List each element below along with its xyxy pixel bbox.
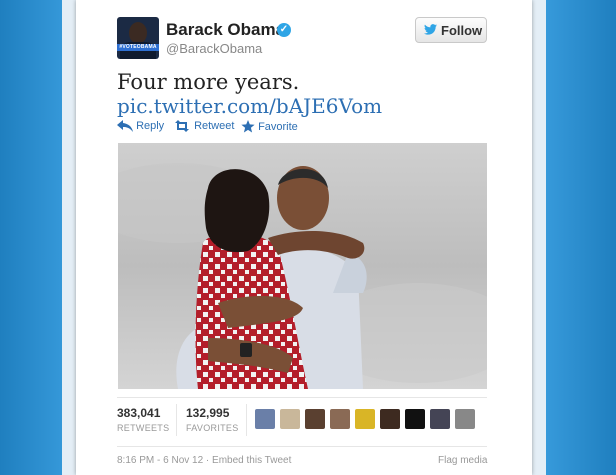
star-icon: [241, 120, 255, 133]
retweet-label: Retweet: [194, 120, 235, 132]
favoriter-avatar[interactable]: [280, 409, 300, 429]
author-handle[interactable]: @BarackObama: [166, 41, 262, 56]
stat-separator: [176, 404, 177, 436]
favoriter-avatar[interactable]: [330, 409, 350, 429]
favoriter-avatar[interactable]: [455, 409, 475, 429]
tweet-media-link[interactable]: pic.twitter.com/bAJE6Vom: [117, 94, 382, 118]
reply-label: Reply: [136, 120, 165, 132]
favorites-label: FAVORITES: [186, 423, 239, 433]
favoriter-avatar[interactable]: [380, 409, 400, 429]
stat-separator: [246, 404, 247, 436]
retweets-label: RETWEETS: [117, 423, 170, 433]
stats-divider: [117, 397, 487, 398]
verified-check-icon: ✓: [277, 23, 291, 37]
favoriter-avatar[interactable]: [430, 409, 450, 429]
flag-media-link[interactable]: Flag media: [438, 455, 487, 466]
author-name[interactable]: Barack Obama: [166, 20, 285, 40]
reply-arrow-icon: [117, 120, 133, 132]
favorite-button[interactable]: Favorite: [241, 120, 298, 133]
favoriter-avatar[interactable]: [305, 409, 325, 429]
card-border-right: [532, 0, 546, 475]
avatar[interactable]: #VOTEOBAMA: [117, 17, 159, 59]
tweet-timestamp[interactable]: 8:16 PM - 6 Nov 12 · Embed this Tweet: [117, 455, 291, 466]
favoriter-avatar[interactable]: [355, 409, 375, 429]
favoriter-avatar[interactable]: [255, 409, 275, 429]
twitter-bird-icon: [424, 24, 437, 35]
favoriter-avatar[interactable]: [405, 409, 425, 429]
favorites-count: 132,995: [186, 406, 230, 420]
tweet-text: Four more years.: [117, 70, 300, 94]
retweet-button[interactable]: Retweet: [173, 120, 234, 132]
card-border-left: [62, 0, 76, 475]
retweets-stat[interactable]: 383,041 RETWEETS: [117, 406, 169, 433]
avatar-head: [129, 22, 147, 44]
tweet-card: #VOTEOBAMA Barack Obama ✓ @BarackObama F…: [76, 0, 532, 475]
avatar-badge: #VOTEOBAMA: [117, 44, 159, 51]
retweets-count: 383,041: [117, 406, 161, 420]
favorite-label: Favorite: [258, 121, 298, 133]
reply-button[interactable]: Reply: [117, 120, 164, 132]
retweet-icon: [175, 120, 189, 132]
follow-label: Follow: [441, 23, 483, 38]
favorites-stat[interactable]: 132,995 FAVORITES: [186, 406, 239, 433]
follow-button[interactable]: Follow: [415, 17, 487, 43]
tweet-photo[interactable]: [118, 143, 487, 389]
footer-divider: [117, 446, 487, 447]
